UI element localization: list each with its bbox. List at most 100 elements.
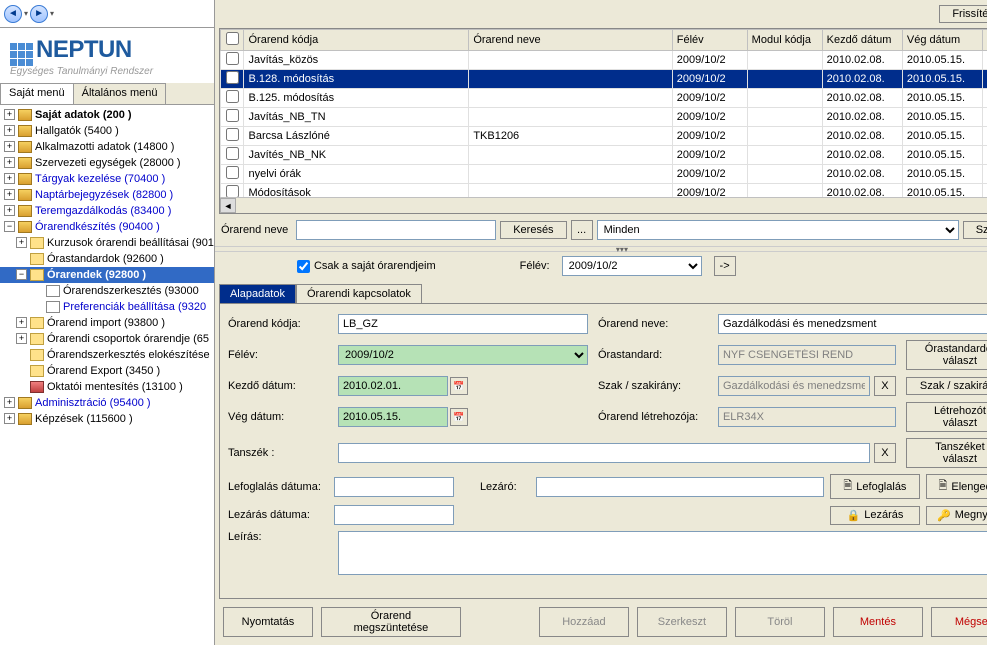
end-date-input[interactable] (338, 407, 448, 427)
expander-icon[interactable]: + (4, 397, 15, 408)
filter-button[interactable]: Szűrés (963, 221, 987, 239)
row-checkbox[interactable] (226, 147, 239, 160)
nav-tree[interactable]: +Saját adatok (200 )+Hallgatók (5400 )+A… (0, 105, 214, 645)
closer-input[interactable] (536, 477, 824, 497)
tree-item[interactable]: +Adminisztráció (95400 ) (0, 395, 214, 411)
choose-department-button[interactable]: Tanszéket választ (906, 438, 987, 468)
expander-icon[interactable]: − (4, 221, 15, 232)
delete-button[interactable]: Töröl (735, 607, 825, 637)
major-clear-button[interactable]: X (874, 376, 896, 396)
table-row[interactable]: B.128. módosítás2009/10/22010.02.08.2010… (220, 70, 987, 89)
department-input[interactable] (338, 443, 870, 463)
expander-icon[interactable]: + (4, 173, 15, 184)
refresh-button[interactable]: Frissítés (939, 5, 987, 23)
expander-icon[interactable]: + (16, 333, 27, 344)
row-checkbox[interactable] (226, 52, 239, 65)
nav-back-dropdown[interactable]: ▾ (24, 9, 28, 18)
nav-back-button[interactable]: ◄ (4, 5, 22, 23)
save-button[interactable]: Mentés (833, 607, 923, 637)
table-row[interactable]: Barcsa LászlónéTKB12062009/10/22010.02.0… (220, 127, 987, 146)
tree-item[interactable]: −Órarendek (92800 ) (0, 267, 214, 283)
choose-major-button[interactable]: Szak / szakirány (906, 377, 987, 395)
tree-item[interactable]: +Órarendi csoportok órarendje (65 (0, 331, 214, 347)
cancel-button[interactable]: Mégsem (931, 607, 987, 637)
close-date-input[interactable] (334, 505, 454, 525)
nav-forward-button[interactable]: ► (30, 5, 48, 23)
grid-header-checkbox[interactable] (220, 30, 244, 51)
row-checkbox[interactable] (226, 185, 239, 197)
term-select[interactable]: 2009/10/2 (562, 256, 702, 276)
edit-button[interactable]: Szerkeszt (637, 607, 727, 637)
tree-item[interactable]: Órarend Export (3450 ) (0, 363, 214, 379)
start-date-picker-icon[interactable]: 📅 (450, 377, 468, 395)
tree-item[interactable]: −Órarendkészítés (90400 ) (0, 219, 214, 235)
grid-column-header[interactable]: Vég dátum (902, 30, 982, 51)
grid-column-header[interactable]: Modul kódja (747, 30, 822, 51)
table-row[interactable]: Javítés_NB_NK2009/10/22010.02.08.2010.05… (220, 146, 987, 165)
description-textarea[interactable] (338, 531, 987, 575)
tree-item[interactable]: +Képzések (115600 ) (0, 411, 214, 427)
print-button[interactable]: Nyomtatás (223, 607, 313, 637)
filter-select[interactable]: Minden (597, 220, 959, 240)
tree-item[interactable]: +Alkalmazotti adatok (14800 ) (0, 139, 214, 155)
tree-item[interactable]: +Tárgyak kezelése (70400 ) (0, 171, 214, 187)
tree-item[interactable]: +Órarend import (93800 ) (0, 315, 214, 331)
tree-item[interactable]: +Szervezeti egységek (28000 ) (0, 155, 214, 171)
row-checkbox[interactable] (226, 109, 239, 122)
grid-column-header[interactable]: Kezdő dátum (822, 30, 902, 51)
tree-item[interactable]: +Naptárbejegyzések (82800 ) (0, 187, 214, 203)
row-checkbox[interactable] (226, 71, 239, 84)
schedule-grid[interactable]: Órarend kódjaÓrarend neveFélévModul kódj… (219, 28, 987, 214)
start-date-input[interactable] (338, 376, 448, 396)
terminate-schedule-button[interactable]: Órarend megszüntetése (321, 607, 461, 637)
table-row[interactable]: Módosítások2009/10/22010.02.08.2010.05.1… (220, 184, 987, 198)
department-clear-button[interactable]: X (874, 443, 896, 463)
choose-creator-button[interactable]: Létrehozót választ (906, 402, 987, 432)
expander-icon[interactable]: + (4, 205, 15, 216)
term-form-select[interactable]: 2009/10/2 (338, 345, 588, 365)
table-row[interactable]: Javítás_NB_TN2009/10/22010.02.08.2010.05… (220, 108, 987, 127)
close-button[interactable]: 🔒Lezárás (830, 506, 920, 525)
tab-general-menu[interactable]: Általános menü (73, 83, 167, 104)
grid-column-header[interactable]: Órarend kódja (244, 30, 469, 51)
tree-item[interactable]: +Saját adatok (200 ) (0, 107, 214, 123)
expander-icon[interactable]: + (16, 317, 27, 328)
search-button[interactable]: Keresés (500, 221, 566, 239)
tab-schedule-relations[interactable]: Órarendi kapcsolatok (296, 284, 422, 303)
tree-item[interactable]: Preferenciák beállítása (9320 (0, 299, 214, 315)
tree-item[interactable]: Órastandardok (92600 ) (0, 251, 214, 267)
add-button[interactable]: Hozzáad (539, 607, 629, 637)
expander-icon[interactable]: + (4, 141, 15, 152)
open-button[interactable]: 🔑Megnyitás (926, 506, 987, 525)
expander-icon[interactable]: + (4, 413, 15, 424)
scroll-left-button[interactable]: ◄ (220, 198, 236, 213)
own-schedules-checkbox[interactable]: Csak a saját órarendjeim (297, 260, 436, 273)
choose-standard-button[interactable]: Órastandardot választ (906, 340, 987, 370)
row-checkbox[interactable] (226, 166, 239, 179)
expander-icon[interactable]: + (16, 237, 27, 248)
row-checkbox[interactable] (226, 90, 239, 103)
code-input[interactable] (338, 314, 588, 334)
name-input[interactable] (718, 314, 987, 334)
tree-item[interactable]: +Kurzusok órarendi beállításai (901 (0, 235, 214, 251)
tree-item[interactable]: +Teremgazdálkodás (83400 ) (0, 203, 214, 219)
tree-item[interactable]: Órarendszerkesztés elokészítése (0, 347, 214, 363)
reserve-date-input[interactable] (334, 477, 454, 497)
table-row[interactable]: B.125. módosítás2009/10/22010.02.08.2010… (220, 89, 987, 108)
row-checkbox[interactable] (226, 128, 239, 141)
table-row[interactable]: Javítás_közös2009/10/22010.02.08.2010.05… (220, 51, 987, 70)
grid-hscrollbar[interactable]: ◄ ► (220, 197, 987, 213)
nav-forward-dropdown[interactable]: ▾ (50, 9, 54, 18)
term-go-button[interactable]: -> (714, 256, 736, 276)
end-date-picker-icon[interactable]: 📅 (450, 408, 468, 426)
grid-column-header[interactable]: Órarend neve (469, 30, 672, 51)
expander-icon[interactable]: − (16, 269, 27, 280)
tab-basic-data[interactable]: Alapadatok (219, 284, 296, 303)
grid-column-header[interactable]: Létre (983, 30, 987, 51)
search-name-input[interactable] (296, 220, 496, 240)
expander-icon[interactable]: + (4, 189, 15, 200)
tree-item[interactable]: +Hallgatók (5400 ) (0, 123, 214, 139)
release-button[interactable]: 🗎Elengedés (926, 474, 987, 499)
table-row[interactable]: nyelvi órák2009/10/22010.02.08.2010.05.1… (220, 165, 987, 184)
reserve-button[interactable]: 🗎Lefoglalás (830, 474, 920, 499)
